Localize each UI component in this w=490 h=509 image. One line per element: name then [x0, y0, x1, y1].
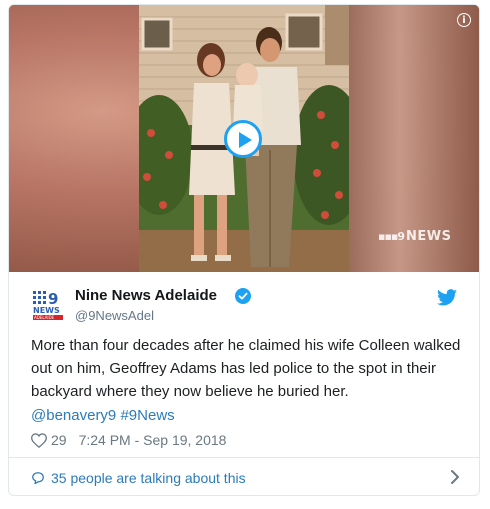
verified-badge-icon: [235, 288, 251, 304]
svg-text:NEWS: NEWS: [33, 306, 60, 315]
hashtag-link[interactable]: #9News: [120, 407, 174, 424]
play-icon: [239, 132, 252, 148]
mention-link[interactable]: @benavery9: [31, 407, 116, 424]
video-thumbnail[interactable]: i ▪▪▪9 NEWS: [9, 5, 479, 272]
conversation-text: 35 people are talking about this: [51, 470, 246, 486]
heart-icon[interactable]: [31, 432, 47, 448]
tweet-timestamp[interactable]: 7:24 PM - Sep 19, 2018: [79, 432, 227, 448]
conversation-link[interactable]: 35 people are talking about this: [31, 470, 246, 486]
nine-news-watermark: ▪▪▪9 NEWS: [378, 229, 452, 244]
play-button[interactable]: [224, 120, 262, 158]
author-name[interactable]: Nine News Adelaide: [75, 287, 217, 304]
tweet-entities: @benavery9 #9News: [31, 404, 175, 427]
chevron-right-icon[interactable]: [449, 468, 461, 486]
svg-text:ADELAIDE: ADELAIDE: [34, 315, 55, 320]
twitter-bird-icon[interactable]: [437, 289, 457, 306]
info-icon[interactable]: i: [457, 13, 471, 27]
tweet-text: More than four decades after he claimed …: [31, 337, 461, 400]
author-handle[interactable]: @9NewsAdel: [75, 308, 154, 323]
divider: [9, 457, 479, 458]
speech-bubble-icon: [32, 472, 44, 485]
nine-news-adelaide-avatar[interactable]: 9 NEWS ADELAIDE: [33, 290, 63, 320]
tweet-embed-card: i ▪▪▪9 NEWS 9 NEWS ADELAIDE Nine News Ade…: [8, 4, 480, 496]
tweet-meta: 29 7:24 PM - Sep 19, 2018: [31, 432, 226, 448]
like-count[interactable]: 29: [51, 432, 67, 448]
